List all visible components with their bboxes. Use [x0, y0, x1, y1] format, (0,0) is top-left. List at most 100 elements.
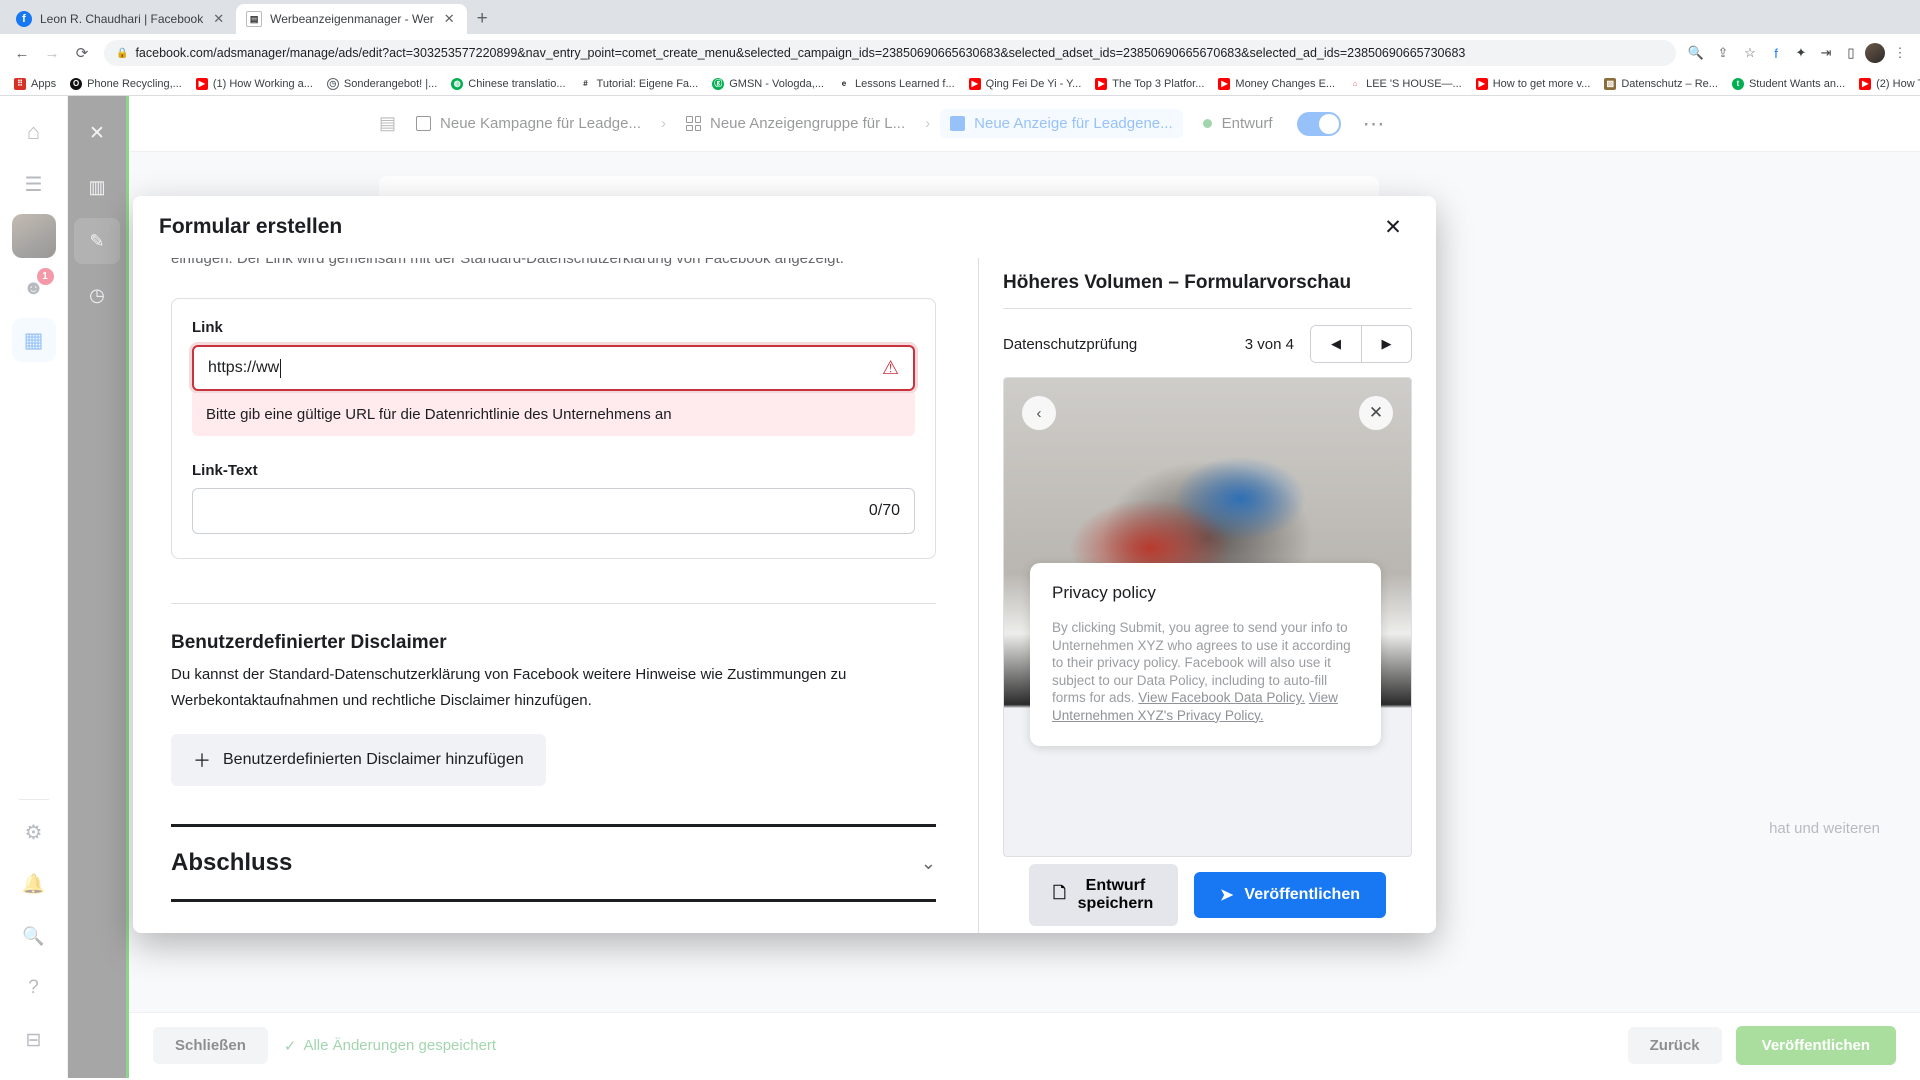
modal-header: Formular erstellen ✕ — [133, 196, 1436, 258]
preview-step-label: Datenschutzprüfung — [1003, 335, 1138, 353]
omnibox-bar: ← → ⟳ 🔒 facebook.com/adsmanager/manage/a… — [0, 34, 1920, 72]
site-icon: ▨ — [1604, 77, 1617, 90]
search-icon[interactable]: 🔍 — [1684, 41, 1708, 65]
tab-title: Leon R. Chaudhari | Facebook — [40, 12, 204, 26]
tab-close-icon[interactable]: ✕ — [442, 11, 457, 27]
tab-strip: f Leon R. Chaudhari | Facebook ✕ ▤ Werbe… — [0, 0, 1920, 34]
translate-extension-icon[interactable]: ⇥ — [1815, 42, 1837, 64]
bookmark-item[interactable]: ▶ The Top 3 Platfor... — [1089, 76, 1210, 92]
link-error-message: Bitte gib eine gültige URL für die Daten… — [192, 393, 915, 436]
bookmark-label: (1) How Working a... — [212, 77, 313, 90]
privacy-policy-title: Privacy policy — [1052, 583, 1156, 602]
bookmark-item[interactable]: ▶ How to get more v... — [1470, 76, 1597, 92]
bookmark-item[interactable]: ▶ Money Changes E... — [1212, 76, 1341, 92]
save-draft-button[interactable]: 🗋 Entwurf speichern — [1029, 864, 1179, 926]
bookmark-item[interactable]: O Phone Recycling,... — [64, 76, 188, 92]
bookmark-label: How to get more v... — [1492, 77, 1591, 90]
site-icon: O — [70, 77, 83, 90]
new-tab-button[interactable]: + — [467, 8, 498, 34]
reload-button[interactable]: ⟳ — [68, 39, 96, 67]
bookmark-item[interactable]: ▶ Qing Fei De Yi - Y... — [963, 76, 1088, 92]
share-icon[interactable]: ⇪ — [1711, 41, 1735, 65]
modal-body: einfügen. Der Link wird gemeinsam mit de… — [133, 258, 1436, 933]
browser-tab-facebook[interactable]: f Leon R. Chaudhari | Facebook ✕ — [6, 4, 236, 34]
chevron-right-icon[interactable]: ▶ — [1361, 326, 1411, 362]
bookmark-label: (2) How To Add A... — [1876, 77, 1920, 90]
bookmark-star-icon[interactable]: ☆ — [1738, 41, 1762, 65]
bookmark-label: Lessons Learned f... — [854, 77, 955, 90]
link-field-label: Link — [192, 319, 223, 336]
bookmark-item[interactable]: ▶ (1) How Working a... — [190, 76, 319, 92]
add-custom-disclaimer-label: Benutzerdefinierten Disclaimer hinzufüge… — [223, 751, 524, 768]
preview-pager: ◀ ▶ — [1310, 325, 1412, 363]
disclaimer-section-title: Benutzerdefinierter Disclaimer — [171, 632, 447, 653]
bookmark-label: Tutorial: Eigene Fa... — [596, 77, 699, 90]
bookmark-item[interactable]: t Student Wants an... — [1726, 76, 1851, 92]
site-icon: ⓖ — [712, 77, 725, 90]
plus-icon: ＋ — [193, 751, 211, 771]
page-content: ⌂ ☰ ☻ 1 ▦ ⚙ 🔔 🔍 ? ⊟ ✕ ▥ ✎ ◷ ▤ — [0, 96, 1920, 1078]
form-editor-column: einfügen. Der Link wird gemeinsam mit de… — [133, 258, 978, 933]
reader-extension-icon[interactable]: ▯ — [1840, 42, 1862, 64]
bookmark-item[interactable]: e Lessons Learned f... — [832, 76, 961, 92]
bookmark-item[interactable]: # Tutorial: Eigene Fa... — [574, 76, 705, 92]
bookmark-item[interactable]: ⓖ GMSN - Vologda,... — [706, 76, 830, 92]
tab-close-icon[interactable]: ✕ — [211, 11, 226, 27]
puzzle-extension-icon[interactable]: ✦ — [1790, 42, 1812, 64]
adsmanager-icon: ▤ — [246, 11, 263, 27]
bookmark-item[interactable]: ⌂ LEE 'S HOUSE—... — [1343, 76, 1468, 92]
tab-title: Werbeanzeigenmanager - Wer — [270, 12, 434, 26]
bookmark-apps[interactable]: ⠿ Apps — [8, 76, 62, 92]
close-circle-icon[interactable]: ✕ — [1359, 396, 1393, 430]
browser-window: f Leon R. Chaudhari | Facebook ✕ ▤ Werbe… — [0, 0, 1920, 1080]
bookmark-label: Datenschutz – Re... — [1621, 77, 1718, 90]
hash-icon: # — [579, 77, 592, 90]
site-icon: ◷ — [326, 77, 339, 90]
close-icon[interactable]: ✕ — [1376, 210, 1410, 244]
link-input[interactable]: https://ww ⚠ — [192, 345, 915, 391]
form-preview-column: Höheres Volumen – Formularvorschau Daten… — [978, 258, 1436, 933]
bookmark-label: Student Wants an... — [1748, 77, 1846, 90]
accordion-abschluss[interactable]: Abschluss ⌄ — [171, 827, 936, 902]
back-button[interactable]: ← — [8, 39, 36, 67]
link-input-value: https://ww — [208, 359, 280, 376]
link-text-field-label: Link-Text — [192, 462, 258, 479]
text-caret — [280, 358, 282, 378]
disclaimer-description: Du kannst der Standard-Datenschutzerklär… — [171, 666, 847, 709]
bookmark-label: The Top 3 Platfor... — [1112, 77, 1205, 90]
site-icon: e — [837, 77, 850, 90]
bookmark-item[interactable]: ◍ Chinese translatio... — [445, 76, 571, 92]
chevron-left-icon[interactable]: ◀ — [1311, 326, 1361, 362]
intro-text: einfügen. Der Link wird gemeinsam mit de… — [171, 258, 844, 267]
save-draft-label: Entwurf speichern — [1077, 877, 1154, 912]
chevron-down-icon: ⌄ — [920, 852, 936, 873]
lock-icon: 🔒 — [116, 47, 129, 59]
bookmark-item[interactable]: ▨ Datenschutz – Re... — [1598, 76, 1724, 92]
character-counter: 0/70 — [868, 502, 900, 519]
warning-triangle-icon: ⚠ — [881, 357, 899, 379]
avatar[interactable] — [1865, 43, 1885, 63]
preview-step-row: Datenschutzprüfung 3 von 4 ◀ ▶ — [1003, 309, 1412, 377]
form-preview-frame: ‹ ✕ Privacy policy By clicking Submit, y… — [1003, 377, 1412, 857]
chevron-left-circle-icon[interactable]: ‹ — [1022, 396, 1056, 430]
bookmark-item[interactable]: ◷ Sonderangebot! |... — [321, 76, 443, 92]
publish-form-button[interactable]: ➤ Veröffentlichen — [1194, 872, 1386, 918]
facebook-extension-icon[interactable]: f — [1765, 42, 1787, 64]
youtube-icon: ▶ — [1859, 77, 1872, 90]
add-custom-disclaimer-button[interactable]: ＋ Benutzerdefinierten Disclaimer hinzufü… — [171, 734, 546, 786]
bookmark-item[interactable]: ▶ (2) How To Add A... — [1853, 76, 1920, 92]
bookmark-label: Apps — [31, 77, 57, 90]
modal-footer: 🗋 Entwurf speichern ➤ Veröffentlichen — [1003, 857, 1412, 933]
browser-menu-icon[interactable]: ⋮ — [1888, 41, 1912, 65]
link-text-input[interactable]: 0/70 — [192, 488, 915, 534]
modal-title: Formular erstellen — [159, 215, 343, 238]
forward-button[interactable]: → — [38, 39, 66, 67]
address-bar[interactable]: 🔒 facebook.com/adsmanager/manage/ads/edi… — [104, 40, 1676, 66]
omnibox-actions: 🔍 ⇪ ☆ f ✦ ⇥ ▯ ⋮ — [1684, 41, 1912, 65]
site-icon: ◍ — [451, 77, 464, 90]
privacy-policy-body: By clicking Submit, you agree to send yo… — [1052, 619, 1359, 724]
facebook-data-policy-link[interactable]: View Facebook Data Policy. — [1138, 690, 1305, 705]
bookmark-label: Money Changes E... — [1235, 77, 1336, 90]
browser-tab-adsmanager[interactable]: ▤ Werbeanzeigenmanager - Wer ✕ — [236, 4, 467, 34]
youtube-icon: ▶ — [1475, 77, 1488, 90]
